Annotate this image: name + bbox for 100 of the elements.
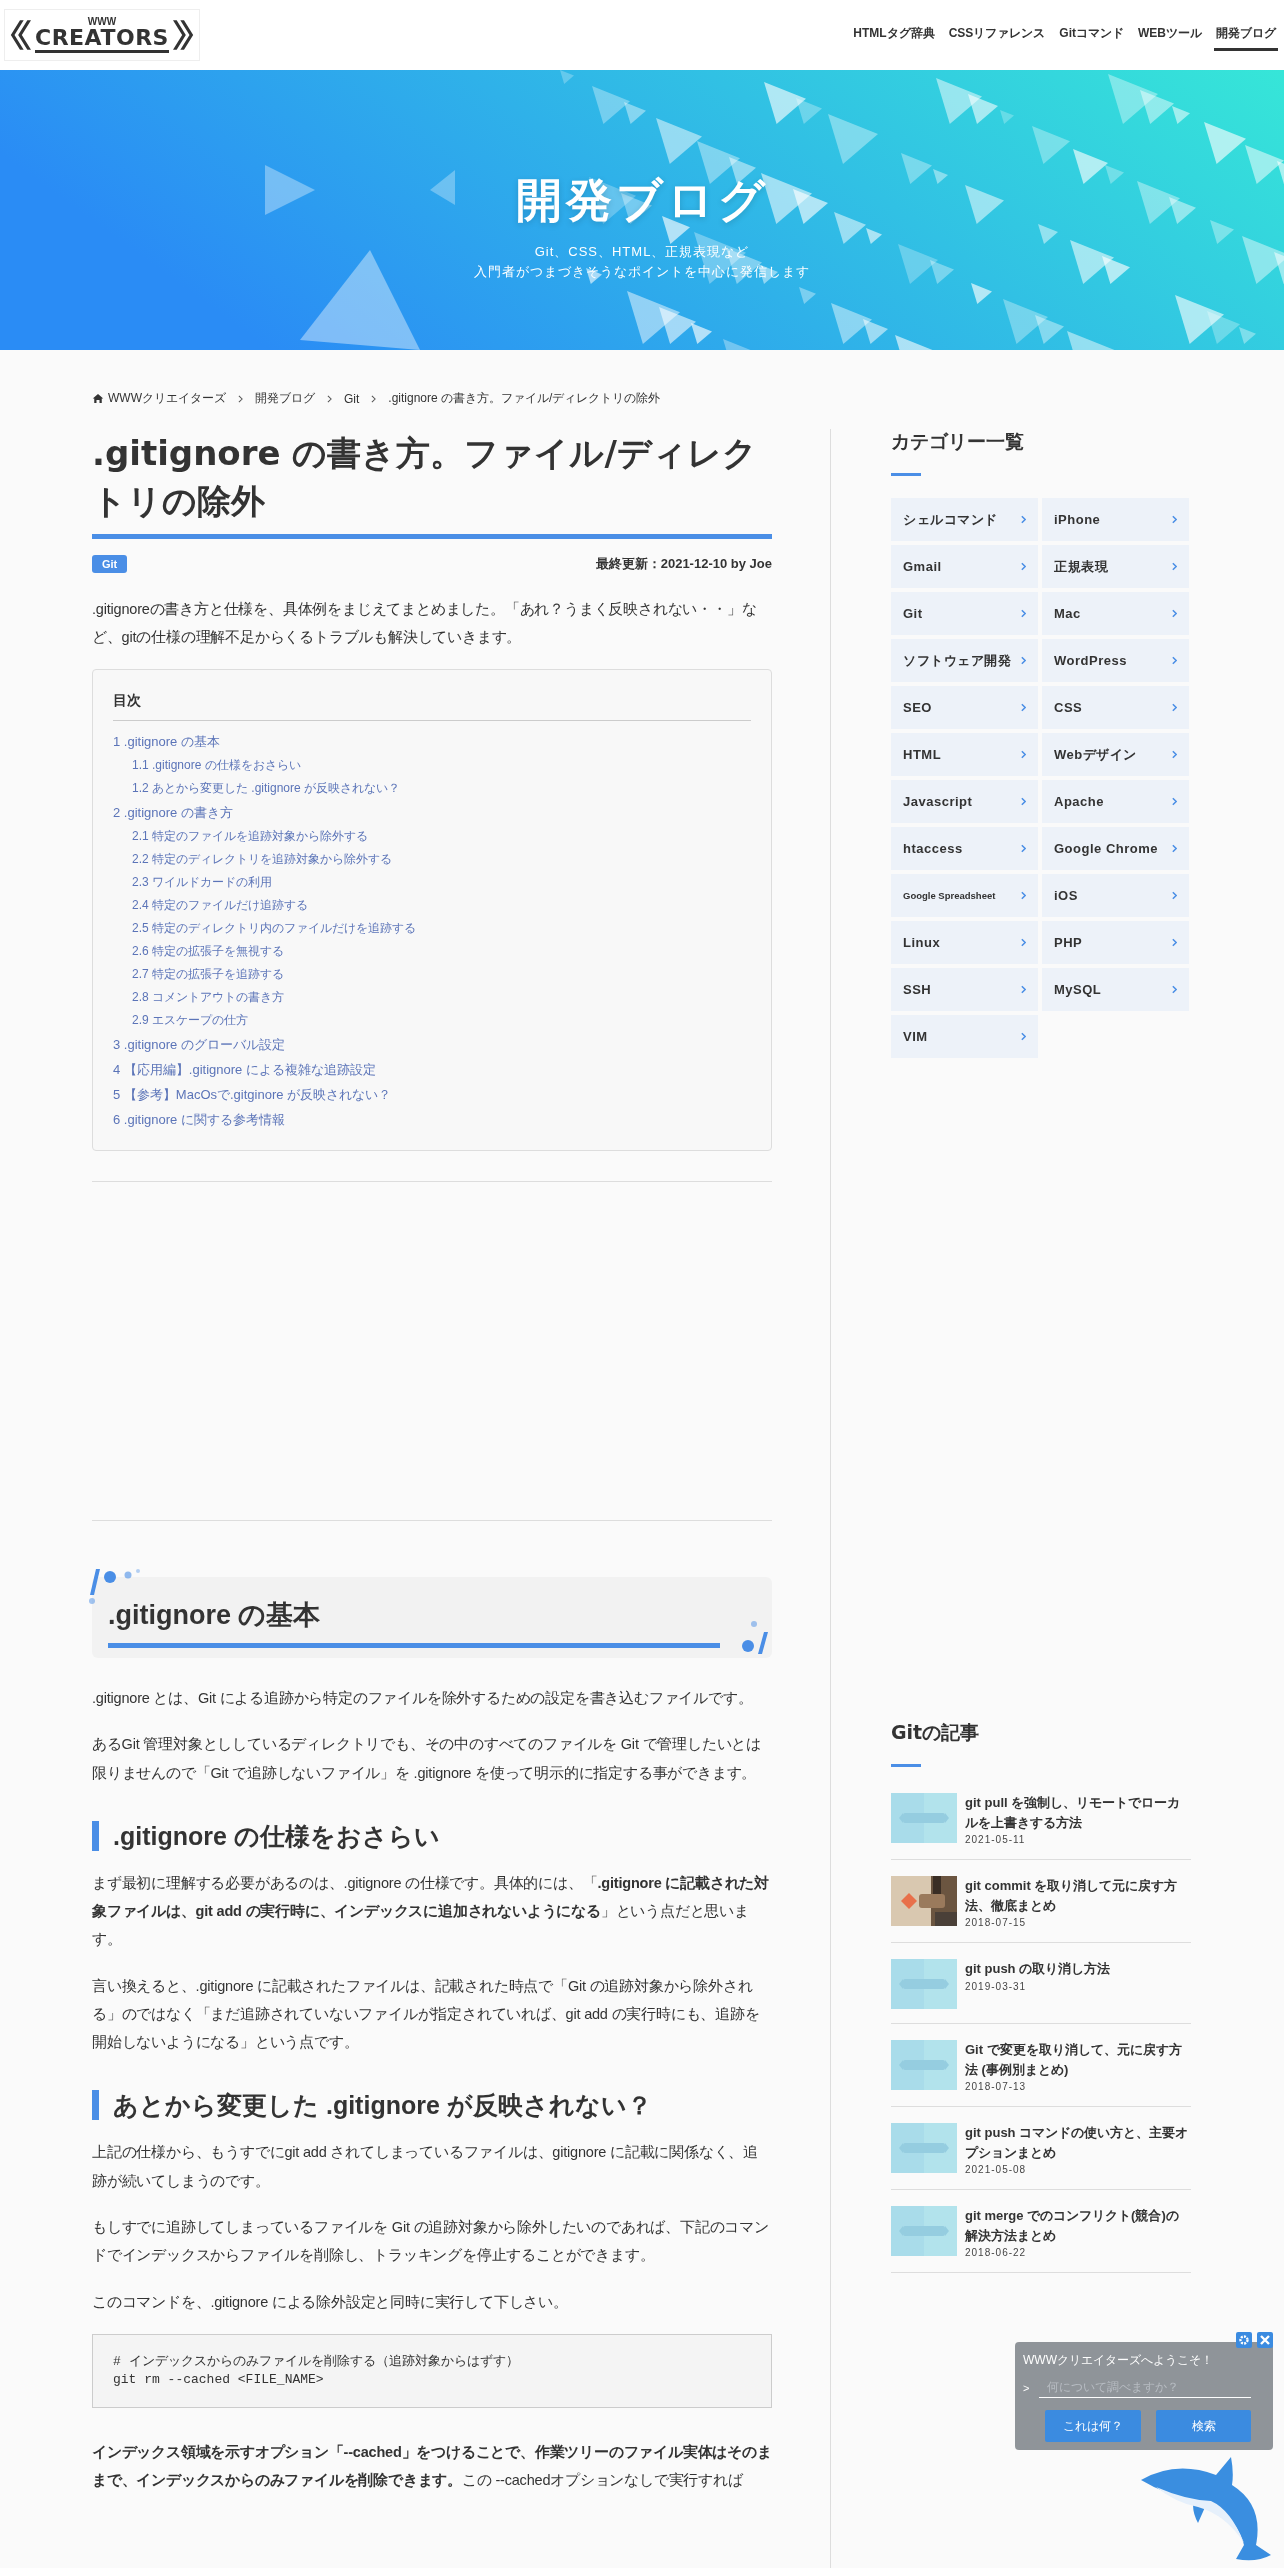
- category-link[interactable]: Javascript: [891, 780, 1038, 823]
- chevron-icon: [1021, 515, 1026, 524]
- subsection-heading: あとから変更した .gitignore が反映されない？: [92, 2090, 772, 2121]
- chevron-icon: [1172, 891, 1177, 900]
- post-link[interactable]: git commit を取り消して元に戻す方法、徹底まとめ: [965, 1876, 1191, 1915]
- paragraph: もしすでに追跡してしまっているファイルを Git の追跡対象から除外したいのであれば、下記のコマンドでインデックスからファイルを削除し、トラッキングを停止することができます。: [92, 2218, 770, 2266]
- category-link[interactable]: SSH: [891, 968, 1038, 1011]
- nav-link[interactable]: 開発ブログ: [1214, 19, 1278, 51]
- section-heading: .gitignore の基本: [108, 1597, 720, 1649]
- settings-icon: [1238, 2334, 1250, 2346]
- nav-link[interactable]: CSSリファレンス: [946, 19, 1048, 51]
- category-link[interactable]: htaccess: [891, 827, 1038, 870]
- chevron-icon: [1021, 656, 1026, 665]
- toc-link[interactable]: 2.3 ワイルドカードの利用: [113, 871, 751, 895]
- toc-link[interactable]: 1.1 .gitignore の仕様をおさらい: [113, 754, 751, 778]
- chevron-icon: [327, 394, 332, 403]
- toc-link[interactable]: 2.9 エスケープの仕方: [113, 1009, 751, 1033]
- chevron-icon: [1021, 703, 1026, 712]
- toc-link[interactable]: 2.5 特定のディレクトリ内のファイルだけを追跡する: [113, 917, 751, 941]
- toc-link[interactable]: 2 .gitignore の書き方: [113, 800, 751, 826]
- chevron-icon: [1172, 985, 1177, 994]
- post-date: 2018-06-22: [965, 2247, 1028, 2258]
- close-icon: [1259, 2334, 1271, 2346]
- toc-link[interactable]: 3 .gitignore のグローバル設定: [113, 1032, 751, 1058]
- category-link[interactable]: WordPress: [1042, 639, 1189, 682]
- chevron-icon: [1021, 985, 1026, 994]
- chevron-icon: [1172, 938, 1177, 947]
- toc-link[interactable]: 2.1 特定のファイルを追跡対象から除外する: [113, 825, 751, 849]
- chevron-icon: [1021, 891, 1026, 900]
- home-icon: [92, 393, 104, 404]
- paragraph: .gitignore とは、Git による追跡から特定のファイルを除外するための設定を書き込むファイルです。: [92, 1689, 754, 1709]
- category-link[interactable]: HTML: [891, 733, 1038, 776]
- chevron-icon: [1021, 609, 1026, 618]
- breadcrumb-link[interactable]: 開発ブログ: [255, 390, 315, 407]
- category-link[interactable]: iOS: [1042, 874, 1189, 917]
- toc-link[interactable]: 2.7 特定の拡張子を追跡する: [113, 963, 751, 987]
- post-link[interactable]: git push の取り消し方法: [965, 1959, 1111, 1979]
- chevron-icon: [1172, 562, 1177, 571]
- category-link[interactable]: ソフトウェア開発: [891, 639, 1038, 682]
- toc-link[interactable]: 2.8 コメントアウトの書き方: [113, 986, 751, 1010]
- category-link[interactable]: VIM: [891, 1015, 1038, 1058]
- category-link[interactable]: Google Chrome: [1042, 827, 1189, 870]
- paragraph: 言い換えると、.gitignore に記載されたファイルは、記載された時点で「Git の追跡対象から除外される」のではなく「まだ追跡されていないファイルが指定されていれば、git add の実行時にも、追跡を開始しないようになる」という点です。: [92, 1976, 761, 2053]
- nav-link[interactable]: Gitコマンド: [1057, 19, 1126, 51]
- category-link[interactable]: CSS: [1042, 686, 1189, 729]
- category-link[interactable]: Git: [891, 592, 1038, 635]
- category-link[interactable]: MySQL: [1042, 968, 1189, 1011]
- post-date: 2018-07-15: [965, 1917, 1028, 1928]
- category-link[interactable]: Linux: [891, 921, 1038, 964]
- breadcrumb-link[interactable]: Git: [344, 391, 360, 406]
- toc-link[interactable]: 1 .gitignore の基本: [113, 729, 751, 755]
- chevron-icon: [1021, 750, 1026, 759]
- category-link[interactable]: SEO: [891, 686, 1038, 729]
- post-date: 2019-03-31: [965, 1980, 1028, 1992]
- site-logo[interactable]: WWW CREATORS: [4, 9, 200, 61]
- sidebar-heading: カテゴリー一覧: [891, 429, 1025, 454]
- toc-title: 目次: [113, 690, 751, 722]
- post-link[interactable]: Git で変更を取り消して、元に戻す方法 (事例別まとめ): [965, 2040, 1191, 2079]
- category-link[interactable]: PHP: [1042, 921, 1189, 964]
- toc-link[interactable]: 5 【参考】MacOsで.gitginore が反映されない？: [113, 1082, 751, 1108]
- chevron-icon: [371, 394, 377, 403]
- subsection-heading: .gitignore の仕様をおさらい: [92, 1820, 772, 1851]
- close-button[interactable]: [1257, 2332, 1273, 2348]
- nav-link[interactable]: HTMLタグ辞典: [851, 19, 937, 51]
- category-link[interactable]: Apache: [1042, 780, 1189, 823]
- intro-paragraph: .gitignoreの書き方と仕様を、具体例をまじえてまとめました。「あれ？うまく反映されない・・」など、gitの仕様の理解不足からくるトラブルも解決していきます。: [92, 599, 758, 647]
- hero-title: 開発ブログ: [515, 173, 769, 228]
- toc-link[interactable]: 2.2 特定のディレクトリを追跡対象から除外する: [113, 848, 751, 872]
- article-title: .gitignore の書き方。ファイル/ディレクトリの除外: [92, 429, 772, 539]
- category-link[interactable]: Mac: [1042, 592, 1189, 635]
- chevron-icon: [1021, 562, 1026, 571]
- assistant-button[interactable]: 検索: [1156, 2410, 1251, 2442]
- post-link[interactable]: git pull を強制し、リモートでローカルを上書きする方法: [965, 1793, 1191, 1832]
- toc-link[interactable]: 1.2 あとから変更した .gitignore が反映されない？: [113, 777, 751, 801]
- toc-link[interactable]: 4 【応用編】.gitignore による複雑な追跡設定: [113, 1057, 751, 1083]
- category-link[interactable]: Gmail: [891, 545, 1038, 588]
- chevron-icon: [1172, 703, 1177, 712]
- chevron-icon: [1021, 1032, 1026, 1041]
- nav-link[interactable]: WEBツール: [1136, 19, 1204, 51]
- settings-button[interactable]: [1236, 2332, 1252, 2348]
- sidebar-heading: Gitの記事: [891, 1720, 981, 1745]
- breadcrumb-link[interactable]: WWWクリエイターズ: [108, 390, 226, 407]
- toc-link[interactable]: 2.6 特定の拡張子を無視する: [113, 940, 751, 964]
- hero-subtitle: Git、CSS、HTML、正規表現など: [534, 243, 750, 261]
- chevron-icon: [1172, 844, 1177, 853]
- category-link[interactable]: シェルコマンド: [891, 498, 1038, 541]
- category-link[interactable]: Google Spreadsheet: [891, 874, 1038, 917]
- category-link[interactable]: iPhone: [1042, 498, 1189, 541]
- paragraph: インデックス領域を示すオプション「--cached」をつけることで、作業ツリーのファイル実体はそのままで、インデックスからのみファイルを削除できます。この --cachedオプションなしで実行すれば: [92, 2443, 772, 2491]
- category-link[interactable]: Webデザイン: [1042, 733, 1189, 776]
- chevron-icon: [1172, 609, 1177, 618]
- category-link[interactable]: 正規表現: [1042, 545, 1189, 588]
- post-link[interactable]: git merge でのコンフリクト(競合)の解決方法まとめ: [965, 2206, 1191, 2245]
- assistant-button[interactable]: これは何？: [1045, 2410, 1141, 2442]
- toc-link[interactable]: 6 .gitignore に関する参考情報: [113, 1107, 751, 1133]
- breadcrumb-link[interactable]: .gitignore の書き方。ファイル/ディレクトリの除外: [388, 390, 661, 407]
- chevron-icon: [1172, 515, 1177, 524]
- toc-link[interactable]: 2.4 特定のファイルだけ追跡する: [113, 894, 751, 918]
- assistant-greeting: WWWクリエイターズへようこそ！: [1023, 2352, 1214, 2369]
- post-link[interactable]: git push コマンドの使い方と、主要オプションまとめ: [965, 2123, 1191, 2162]
